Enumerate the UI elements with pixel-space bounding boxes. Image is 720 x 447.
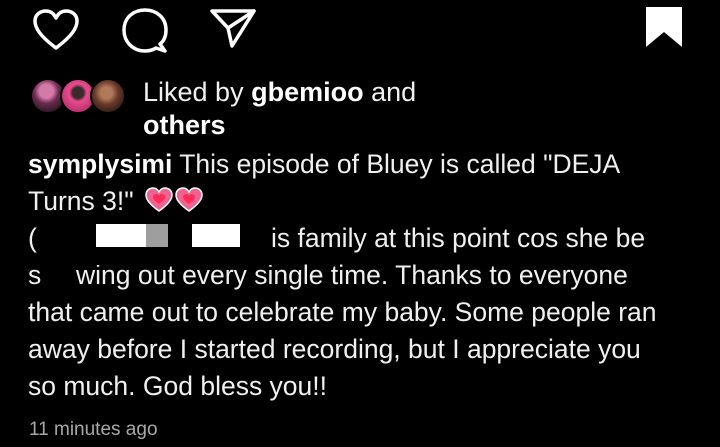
liked-by-text: Liked by gbemioo and others (143, 76, 443, 142)
others-link[interactable]: others (143, 110, 226, 140)
post-caption: symplysimi This episode of Bluey is call… (28, 146, 708, 405)
caption-text: is family at this point cos she be (271, 223, 646, 253)
redaction-block (146, 224, 168, 247)
caption-username[interactable]: symplysimi (28, 149, 172, 179)
caption-line: symplysimi This episode of Bluey is call… (28, 146, 708, 183)
heart-outline-icon[interactable] (32, 8, 80, 52)
redaction-block (96, 224, 146, 247)
liked-by-prefix: Liked by (143, 77, 252, 107)
caption-line: Turns 3!" (28, 183, 708, 220)
liked-by-and: and (363, 77, 417, 107)
comment-icon[interactable] (120, 6, 170, 54)
caption-line: that came out to celebrate my baby. Some… (28, 294, 708, 331)
post-timestamp: 11 minutes ago (29, 419, 158, 440)
caption-text: This episode of Bluey is called "DEJA (172, 149, 621, 179)
likes-row: Liked by gbemioo and others (30, 74, 720, 144)
redaction-shadow (96, 251, 286, 265)
bookmark-icon[interactable] (644, 5, 684, 49)
caption-line: away before I started recording, but I a… (28, 331, 708, 368)
caption-text: that came out to celebrate my baby. Some… (28, 297, 657, 327)
liker-avatars[interactable] (30, 78, 130, 118)
heart-emoji (145, 187, 203, 212)
redaction-block (192, 224, 240, 247)
caption-text: s (28, 260, 42, 290)
send-icon[interactable] (208, 6, 258, 50)
caption-text: Turns 3!" (28, 186, 134, 216)
caption-text: so much. God bless you!! (28, 371, 328, 401)
post-action-bar (0, 0, 720, 60)
avatar (90, 78, 126, 114)
caption-line: so much. God bless you!! (28, 368, 708, 405)
caption-line: s wing out every single time. Thanks to … (28, 251, 708, 294)
partial-glyph: ( (28, 223, 37, 253)
liker-username[interactable]: gbemioo (251, 77, 364, 107)
caption-text: away before I started recording, but I a… (28, 334, 641, 364)
